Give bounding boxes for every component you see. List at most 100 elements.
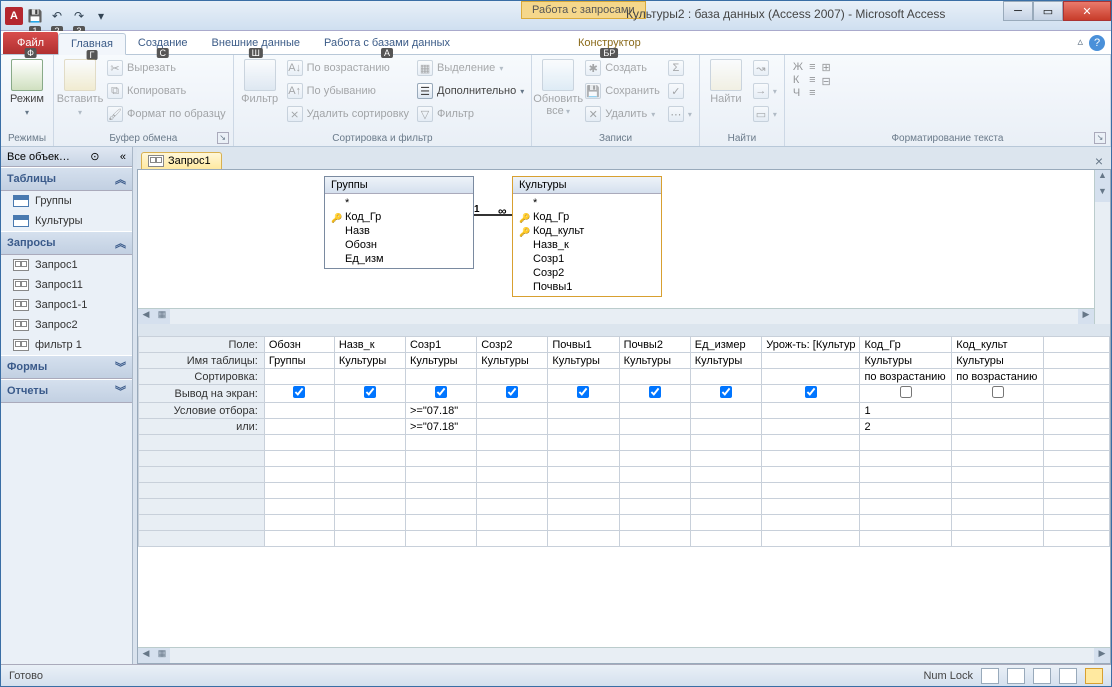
grid-cell[interactable]	[619, 531, 690, 547]
grid-cell[interactable]	[952, 435, 1044, 451]
pivotchart-view-button[interactable]	[1033, 668, 1051, 684]
grid-cell[interactable]	[1044, 419, 1110, 435]
clear-sort-button[interactable]: ⨯Удалить сортировку	[284, 103, 412, 125]
qat-save-button[interactable]: 💾1	[25, 6, 45, 26]
help-button[interactable]: ?	[1089, 35, 1105, 51]
totals-button[interactable]: Σ	[665, 57, 695, 79]
spelling-button[interactable]: ✓	[665, 80, 695, 102]
grid-cell[interactable]: Культуры	[548, 353, 619, 369]
grid-cell[interactable]	[762, 515, 860, 531]
view-button[interactable]: Режим	[5, 57, 49, 121]
grid-cell[interactable]	[1044, 531, 1110, 547]
grid-cell[interactable]	[264, 483, 334, 499]
table-field[interactable]: Почвы1	[517, 280, 657, 294]
grid-hscrollbar[interactable]: ◀▦▶	[138, 647, 1110, 663]
grid-cell[interactable]	[952, 419, 1044, 435]
clipboard-launcher[interactable]: ↘	[217, 132, 229, 144]
nav-category[interactable]: Отчеты︾	[1, 379, 132, 403]
show-checkbox[interactable]	[435, 386, 447, 398]
grid-cell[interactable]	[1044, 483, 1110, 499]
grid-cell[interactable]	[619, 483, 690, 499]
grid-cell[interactable]: Созр2	[477, 337, 548, 353]
grid-cell[interactable]	[690, 369, 762, 385]
grid-cell[interactable]	[334, 403, 405, 419]
grid-cell[interactable]	[1044, 499, 1110, 515]
grid-cell[interactable]	[619, 499, 690, 515]
grid-cell[interactable]	[952, 499, 1044, 515]
grid-cell[interactable]	[1044, 451, 1110, 467]
grid-cell[interactable]	[548, 483, 619, 499]
grid-cell[interactable]: Урож-ть: [Культур	[762, 337, 860, 353]
grid-cell[interactable]: по возрастанию	[952, 369, 1044, 385]
grid-cell[interactable]	[952, 483, 1044, 499]
grid-cell[interactable]: >="07.18"	[405, 419, 476, 435]
diagram-hscrollbar[interactable]: ◀▦▶	[138, 308, 1094, 324]
search-icon[interactable]: ⊙	[90, 150, 99, 163]
grid-cell[interactable]	[860, 515, 952, 531]
grid-cell[interactable]	[548, 451, 619, 467]
grid-cell[interactable]	[334, 369, 405, 385]
grid-cell[interactable]	[619, 467, 690, 483]
grid-cell[interactable]	[762, 451, 860, 467]
sort-desc-button[interactable]: A↑По убыванию	[284, 80, 412, 102]
grid-cell[interactable]	[1044, 467, 1110, 483]
show-checkbox[interactable]	[577, 386, 589, 398]
grid-cell[interactable]	[1044, 353, 1110, 369]
grid-cell[interactable]	[264, 385, 334, 403]
tab-home[interactable]: ГлавнаяГ	[58, 33, 126, 55]
grid-cell[interactable]	[762, 419, 860, 435]
grid-cell[interactable]	[334, 419, 405, 435]
grid-cell[interactable]	[1044, 385, 1110, 403]
grid-cell[interactable]	[334, 451, 405, 467]
more-records-button[interactable]: ⋯	[665, 103, 695, 125]
grid-cell[interactable]	[405, 369, 476, 385]
grid-cell[interactable]	[762, 385, 860, 403]
show-checkbox[interactable]	[649, 386, 661, 398]
diagram-pane[interactable]: Группы *Код_ГрНазвОбознЕд_изм Культуры *…	[138, 170, 1110, 330]
grid-cell[interactable]	[477, 515, 548, 531]
table-field[interactable]: Созр2	[517, 266, 657, 280]
grid-cell[interactable]	[477, 451, 548, 467]
refresh-all-button[interactable]: Обновить все	[536, 57, 580, 120]
show-checkbox[interactable]	[720, 386, 732, 398]
nav-category[interactable]: Таблицы︽	[1, 167, 132, 191]
grid-cell[interactable]	[264, 419, 334, 435]
grid-cell[interactable]	[690, 467, 762, 483]
grid-cell[interactable]	[762, 353, 860, 369]
grid-cell[interactable]	[477, 531, 548, 547]
grid-cell[interactable]	[860, 483, 952, 499]
grid-cell[interactable]	[619, 385, 690, 403]
grid-cell[interactable]	[548, 531, 619, 547]
grid-cell[interactable]	[1044, 403, 1110, 419]
grid-cell[interactable]	[952, 531, 1044, 547]
grid-cell[interactable]	[952, 403, 1044, 419]
grid-cell[interactable]: Культуры	[952, 353, 1044, 369]
grid-cell[interactable]	[334, 385, 405, 403]
show-checkbox[interactable]	[506, 386, 518, 398]
grid-cell[interactable]	[477, 467, 548, 483]
grid-cell[interactable]: Обозн	[264, 337, 334, 353]
filter-button[interactable]: Фильтр	[238, 57, 282, 107]
grid-cell[interactable]: Культуры	[860, 353, 952, 369]
grid-cell[interactable]	[619, 451, 690, 467]
grid-cell[interactable]	[860, 499, 952, 515]
grid-cell[interactable]	[860, 435, 952, 451]
grid-cell[interactable]	[477, 483, 548, 499]
grid-cell[interactable]	[1044, 435, 1110, 451]
grid-cell[interactable]	[334, 467, 405, 483]
grid-cell[interactable]	[619, 515, 690, 531]
nav-item[interactable]: Культуры	[1, 211, 132, 231]
table-field[interactable]: Ед_изм	[329, 252, 469, 266]
grid-cell[interactable]	[264, 369, 334, 385]
nav-collapse-button[interactable]: «	[120, 151, 126, 163]
cut-button[interactable]: ✂Вырезать	[104, 57, 229, 79]
grid-cell[interactable]	[548, 385, 619, 403]
grid-cell[interactable]	[477, 385, 548, 403]
delete-record-button[interactable]: ✕Удалить	[582, 103, 663, 125]
diagram-vscrollbar[interactable]: ▲▼	[1094, 170, 1110, 324]
nav-category[interactable]: Формы︾	[1, 355, 132, 379]
grid-cell[interactable]	[477, 403, 548, 419]
grid-cell[interactable]	[860, 385, 952, 403]
find-button[interactable]: Найти	[704, 57, 748, 107]
grid-cell[interactable]	[264, 467, 334, 483]
